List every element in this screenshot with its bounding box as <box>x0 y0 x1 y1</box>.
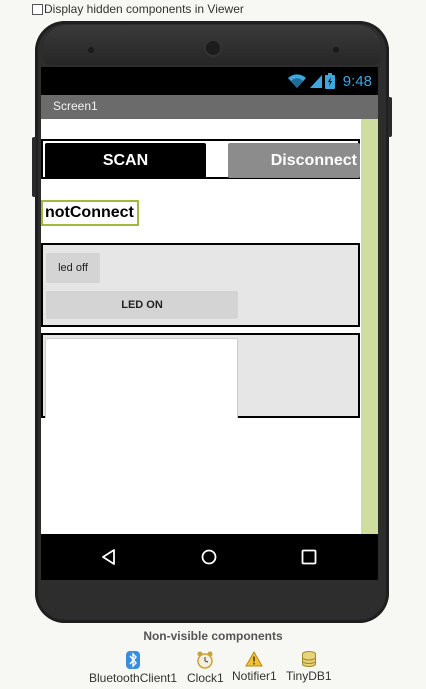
phone-sensor-right <box>333 47 339 53</box>
clock-icon <box>197 651 214 669</box>
back-icon <box>102 549 115 565</box>
hidden-components-label: Display hidden components in Viewer <box>44 2 244 16</box>
hidden-components-checkbox[interactable] <box>32 3 43 15</box>
warning-icon <box>245 651 264 667</box>
nv-item-label: Notifier1 <box>232 669 277 683</box>
status-clock: 9:48 <box>342 72 372 90</box>
scan-button[interactable]: SCAN <box>45 143 206 178</box>
led-on-button[interactable]: LED ON <box>46 291 238 319</box>
disconnect-button[interactable]: Disconnect <box>228 143 360 178</box>
bluetooth-icon <box>126 651 141 669</box>
phone-camera <box>206 41 220 55</box>
battery-icon <box>324 73 335 89</box>
phone-power-button <box>388 97 392 137</box>
led-arrangement: led off LED ON <box>41 243 360 327</box>
recents-icon <box>301 549 317 565</box>
text-box[interactable] <box>45 338 238 418</box>
hidden-components-toggle[interactable]: Display hidden components in Viewer <box>32 1 244 17</box>
nv-item-label: BluetoothClient1 <box>89 671 178 685</box>
screen-content: SCAN Disconnect notConnect led off LED O… <box>41 119 361 534</box>
text-arrangement <box>41 333 360 418</box>
database-icon <box>301 651 316 667</box>
button-arrangement: SCAN Disconnect <box>41 139 360 179</box>
screen-title: Screen1 <box>53 99 98 113</box>
screen-title-bar: Screen1 <box>41 95 378 119</box>
home-icon <box>201 549 217 565</box>
home-button[interactable] <box>189 534 229 580</box>
nv-item-label: Clock1 <box>187 671 224 685</box>
nv-notifier[interactable]: Notifier1 <box>232 651 277 683</box>
navigation-bar <box>41 534 378 580</box>
nv-clock[interactable]: Clock1 <box>187 651 224 685</box>
status-bar: 9:48 <box>41 67 378 95</box>
signal-icon <box>309 75 322 88</box>
connection-status-label[interactable]: notConnect <box>41 200 139 226</box>
nv-item-label: TinyDB1 <box>286 669 332 683</box>
selection-stripe <box>361 119 378 534</box>
nv-tinydb[interactable]: TinyDB1 <box>286 651 332 683</box>
back-button[interactable] <box>89 534 129 580</box>
recents-button[interactable] <box>289 534 329 580</box>
nv-bluetooth-client[interactable]: BluetoothClient1 <box>89 651 177 685</box>
non-visible-components-title: Non-visible components <box>143 629 283 643</box>
phone-sensor-left <box>88 47 94 53</box>
led-off-button[interactable]: led off <box>46 253 100 283</box>
phone-volume-button <box>32 137 36 197</box>
wifi-icon <box>287 74 306 88</box>
